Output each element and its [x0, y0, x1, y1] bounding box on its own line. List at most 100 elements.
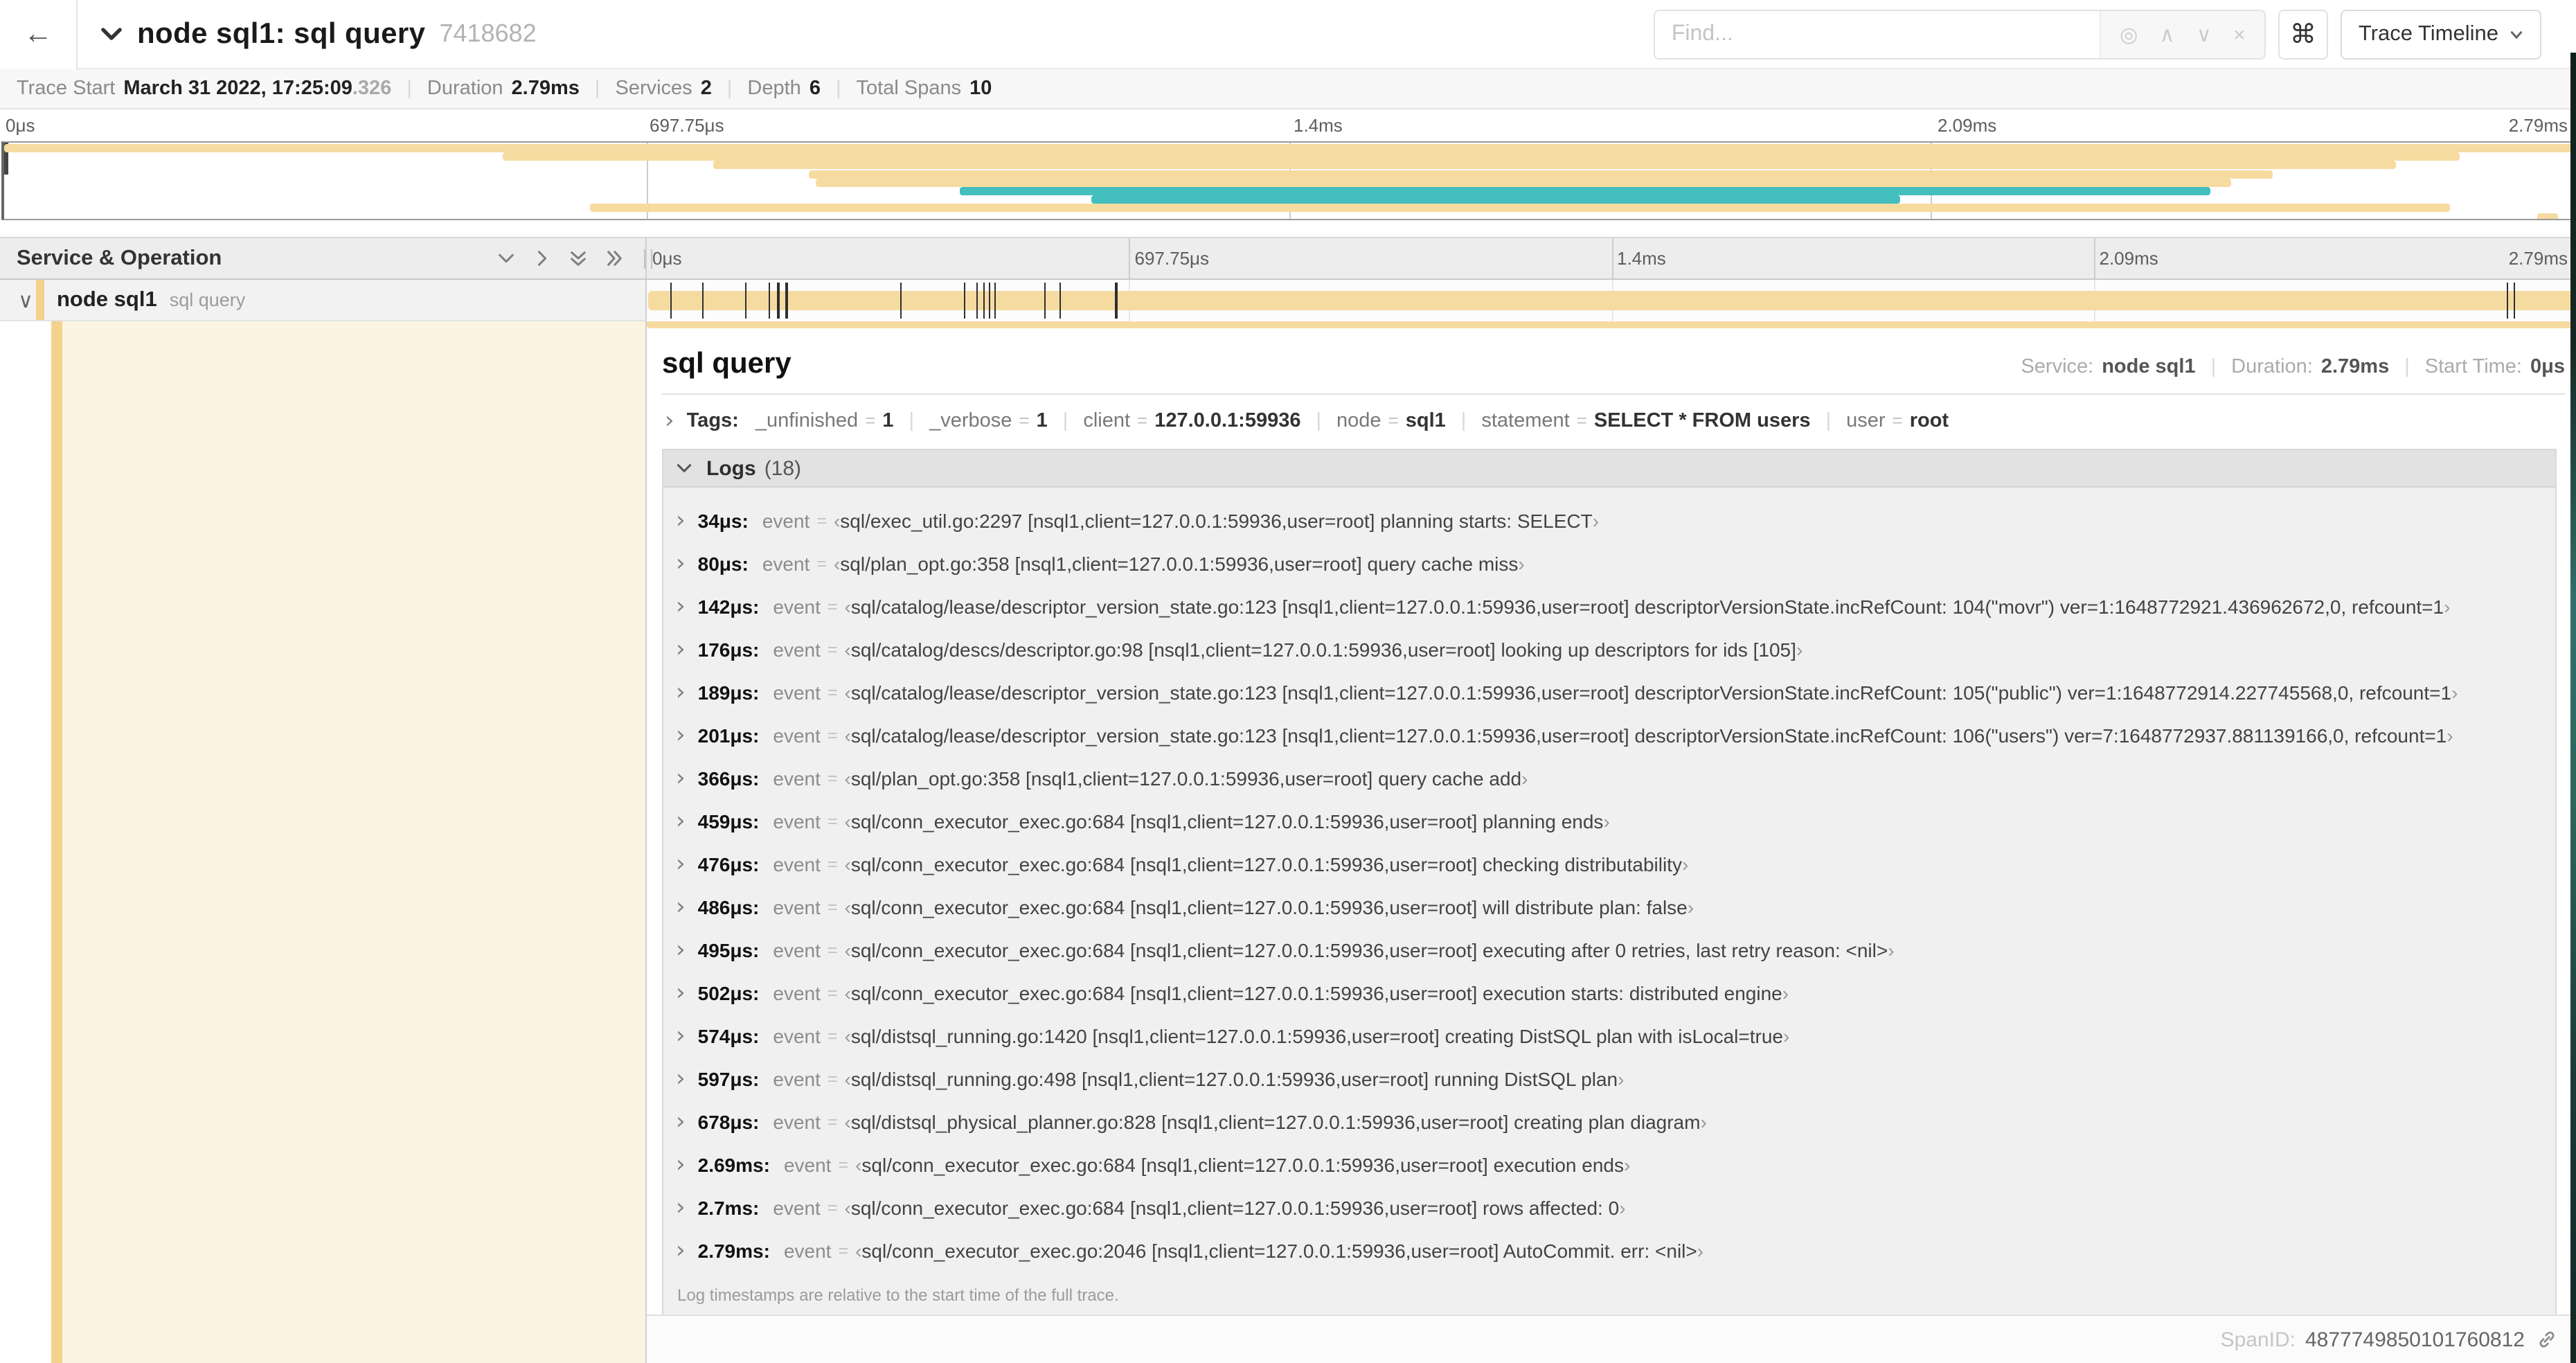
log-field-value: sql/distsql_physical_planner.go:828 [nsq…	[850, 1110, 1701, 1132]
close-quote: ›	[1521, 767, 1528, 789]
log-row[interactable]: › 486μs: event = ‹ sql/conn_executor_exec.go:…	[676, 885, 2555, 928]
log-marker-tick	[964, 283, 966, 319]
timeline-minimap: 0μs 697.75μs 1.4ms 2.09ms 2.79ms	[0, 109, 2576, 220]
chevron-down-icon[interactable]	[100, 22, 123, 46]
equals-sign: =	[816, 510, 827, 530]
log-marker-tick	[1044, 283, 1046, 319]
prev-match-icon[interactable]: ∧	[2157, 21, 2178, 48]
minimap-canvas[interactable]	[1, 141, 2575, 220]
ruler-tick: 1.4ms	[1611, 238, 1666, 278]
collapse-all-icon[interactable]	[569, 249, 587, 267]
ruler-tick-label: 2.79ms	[2508, 248, 2568, 269]
log-row[interactable]: › 142μs: event = ‹ sql/catalog/lease/descript…	[676, 585, 2555, 627]
next-match-icon[interactable]: ∨	[2194, 21, 2215, 48]
close-quote: ›	[1796, 638, 1803, 660]
minimap-span-bar	[589, 204, 2450, 213]
minimap-span-bar	[2537, 213, 2558, 219]
trace-view-selector[interactable]: Trace Timeline	[2340, 10, 2541, 60]
span-collapse-chevron-icon[interactable]: ∨	[18, 287, 33, 312]
tag-separator: |	[1062, 410, 1068, 432]
tags-row[interactable]: › Tags: _unfinished = 1 | _verbose = 1 | client =…	[662, 395, 2565, 446]
log-field-value: sql/conn_executor_exec.go:684 [nsql1,cli…	[861, 1153, 1624, 1175]
log-row[interactable]: › 597μs: event = ‹ sql/distsql_running.go:498…	[676, 1057, 2555, 1100]
open-quote: ‹	[844, 1067, 851, 1089]
log-timestamp: 574μs:	[697, 1024, 760, 1046]
log-field-value: sql/conn_executor_exec.go:684 [nsql1,cli…	[850, 853, 1682, 875]
log-row[interactable]: › 502μs: event = ‹ sql/conn_executor_exec.go:…	[676, 971, 2555, 1014]
summary-label: Duration	[427, 78, 503, 100]
log-timestamp: 502μs:	[697, 981, 760, 1004]
log-field-value: sql/catalog/lease/descriptor_version_sta…	[850, 724, 2447, 746]
clear-search-icon[interactable]: ×	[2230, 21, 2248, 48]
log-marker-tick	[976, 283, 978, 319]
log-row[interactable]: › 80μs: event = ‹ sql/plan_opt.go:358 [nsql1,…	[676, 542, 2555, 585]
log-row[interactable]: › 678μs: event = ‹ sql/distsql_physical_plann…	[676, 1100, 2555, 1143]
focus-match-icon[interactable]: ◎	[2117, 21, 2140, 48]
span-name-cell[interactable]: ∨ node sql1 sql query	[0, 280, 647, 321]
summary-value-suffix: .326	[352, 78, 392, 100]
expand-one-icon[interactable]	[533, 249, 551, 267]
chevron-right-icon: ›	[676, 1064, 686, 1092]
log-row[interactable]: › 2.7ms: event = ‹ sql/conn_executor_exec.go:…	[676, 1186, 2555, 1229]
summary-item: Duration 2.79ms	[427, 78, 580, 100]
span-detail-right-column: sql query Service: node sql1 | Duration: 2.7…	[647, 321, 2576, 1363]
log-marker-tick	[994, 283, 996, 319]
find-input[interactable]	[1654, 11, 2100, 58]
deep-link-icon[interactable]	[2536, 1328, 2558, 1351]
expand-all-icon[interactable]	[605, 249, 623, 267]
back-button[interactable]: ←	[0, 0, 78, 69]
spanid-label: SpanID:	[2220, 1328, 2296, 1351]
tag-value: 127.0.0.1:59936	[1154, 410, 1301, 432]
log-row[interactable]: › 366μs: event = ‹ sql/plan_opt.go:358 [nsql1…	[676, 756, 2555, 799]
log-field-value: sql/distsql_running.go:1420 [nsql1,clien…	[850, 1024, 1783, 1046]
logs-header[interactable]: Logs (18)	[663, 450, 2555, 488]
tag-separator: |	[1316, 410, 1322, 432]
close-quote: ›	[1783, 1024, 1790, 1046]
tag-key: client	[1083, 410, 1131, 432]
collapse-one-icon[interactable]	[497, 249, 515, 267]
tag-item[interactable]: _verbose = 1	[929, 410, 1048, 432]
log-row[interactable]: › 189μs: event = ‹ sql/catalog/lease/descript…	[676, 670, 2555, 713]
log-row[interactable]: › 459μs: event = ‹ sql/conn_executor_exec.go:…	[676, 799, 2555, 842]
span-duration-bar[interactable]	[648, 291, 2575, 310]
span-detail-header[interactable]: sql query Service: node sql1 | Duration: 2.7…	[662, 339, 2565, 381]
log-row[interactable]: › 176μs: event = ‹ sql/catalog/descs/descript…	[676, 627, 2555, 670]
tag-item[interactable]: node = sql1	[1336, 410, 1446, 432]
log-timestamp: 2.69ms:	[697, 1153, 770, 1175]
log-row[interactable]: › 495μs: event = ‹ sql/conn_executor_exec.go:…	[676, 928, 2555, 971]
log-timestamp: 597μs:	[697, 1067, 760, 1089]
summary-value: 2	[700, 78, 712, 100]
log-row[interactable]: › 2.79ms: event = ‹ sql/conn_executor_exec.go…	[676, 1229, 2555, 1272]
ruler-tick: 0μs	[0, 109, 35, 141]
log-row[interactable]: › 574μs: event = ‹ sql/distsql_running.go:142…	[676, 1014, 2555, 1057]
close-quote: ›	[1618, 1067, 1625, 1089]
tag-item[interactable]: _unfinished = 1	[755, 410, 894, 432]
open-quote: ‹	[844, 1110, 851, 1132]
tag-value: sql1	[1405, 410, 1446, 432]
trace-title-wrap[interactable]: node sql1: sql query 7418682	[100, 17, 537, 51]
chevron-right-icon: ›	[676, 592, 686, 620]
log-field-key: event	[773, 1196, 821, 1218]
span-detail-area: sql query Service: node sql1 | Duration: 2.7…	[0, 321, 2576, 1363]
tag-item[interactable]: user = root	[1846, 410, 1949, 432]
keyboard-shortcuts-button[interactable]: ⌘	[2278, 10, 2328, 60]
log-field-key: event	[773, 681, 821, 703]
equals-sign: =	[827, 1197, 838, 1217]
tags-label: Tags:	[686, 410, 739, 432]
log-row[interactable]: › 201μs: event = ‹ sql/catalog/lease/descript…	[676, 713, 2555, 756]
ruler-tick-label: 2.09ms	[1938, 115, 1997, 136]
log-row[interactable]: › 2.69ms: event = ‹ sql/conn_executor_exec.go…	[676, 1143, 2555, 1186]
open-quote: ‹	[844, 896, 851, 918]
tag-value: SELECT * FROM users	[1593, 410, 1811, 432]
tag-item[interactable]: client = 127.0.0.1:59936	[1083, 410, 1300, 432]
open-quote: ‹	[844, 1196, 851, 1218]
summary-value: 2.79ms	[511, 78, 580, 100]
close-quote: ›	[1681, 853, 1689, 875]
column-resize-handle[interactable]	[644, 249, 652, 269]
log-row[interactable]: › 476μs: event = ‹ sql/conn_executor_exec.go:…	[676, 842, 2555, 885]
tag-item[interactable]: statement = SELECT * FROM users	[1481, 410, 1810, 432]
log-marker-tick	[2514, 283, 2516, 319]
log-row[interactable]: › 34μs: event = ‹ sql/exec_util.go:2297 [nsql…	[676, 499, 2555, 542]
gridline	[2093, 238, 2095, 278]
spanid-row: SpanID: 4877749850101760812	[647, 1315, 2576, 1363]
